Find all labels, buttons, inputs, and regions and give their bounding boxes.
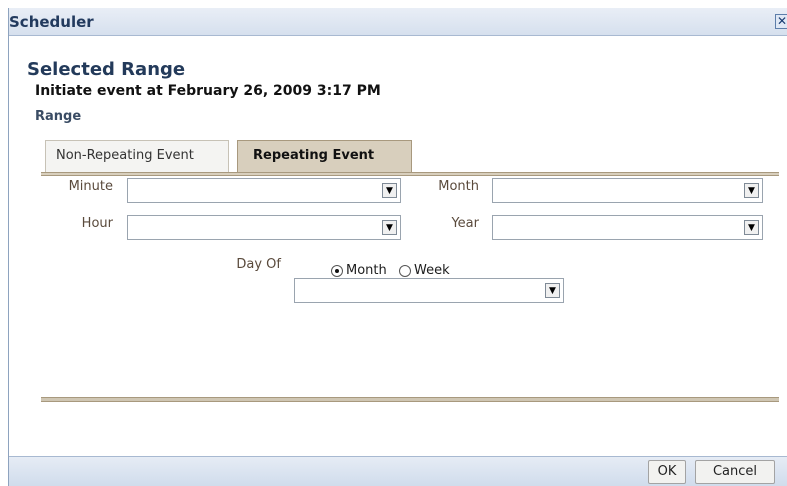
chevron-down-icon[interactable]: ▼ (382, 220, 397, 235)
radio-week-indicator[interactable] (399, 265, 411, 277)
tab-repeating-event[interactable]: Repeating Event (237, 140, 412, 173)
chevron-down-icon[interactable]: ▼ (382, 183, 397, 198)
month-select[interactable]: ▼ (492, 178, 763, 203)
month-label: Month (438, 179, 479, 194)
chevron-down-icon[interactable]: ▼ (545, 283, 560, 298)
radio-month-indicator[interactable] (331, 265, 343, 277)
initiate-event-text: Initiate event at February 26, 2009 3:17… (35, 83, 381, 99)
tab-non-repeating-event[interactable]: Non-Repeating Event (45, 140, 229, 173)
tab-divider (41, 172, 779, 176)
year-label: Year (451, 216, 479, 231)
range-label: Range (35, 109, 82, 124)
minute-select[interactable]: ▼ (127, 178, 401, 203)
cancel-button[interactable]: Cancel (695, 460, 775, 484)
hour-select[interactable]: ▼ (127, 215, 401, 240)
chevron-down-icon[interactable]: ▼ (744, 183, 759, 198)
day-of-label: Day Of (236, 257, 281, 272)
dialog-titlebar: Scheduler ✕ (9, 8, 787, 36)
year-select[interactable]: ▼ (492, 215, 763, 240)
radio-month-label: Month (346, 263, 387, 278)
scheduler-dialog: Scheduler ✕ Selected Range Initiate even… (8, 8, 787, 486)
day-of-select[interactable]: ▼ (294, 278, 564, 303)
hour-label: Hour (81, 216, 113, 231)
dialog-footer: OK Cancel (9, 456, 787, 486)
close-button[interactable]: ✕ (775, 14, 787, 29)
close-icon: ✕ (776, 14, 787, 28)
minute-label: Minute (68, 179, 113, 194)
chevron-down-icon[interactable]: ▼ (744, 220, 759, 235)
dialog-title: Scheduler (9, 13, 94, 31)
section-title: Selected Range (27, 59, 186, 80)
content-divider (41, 397, 779, 402)
radio-week-label: Week (414, 263, 450, 278)
ok-button[interactable]: OK (648, 460, 686, 484)
